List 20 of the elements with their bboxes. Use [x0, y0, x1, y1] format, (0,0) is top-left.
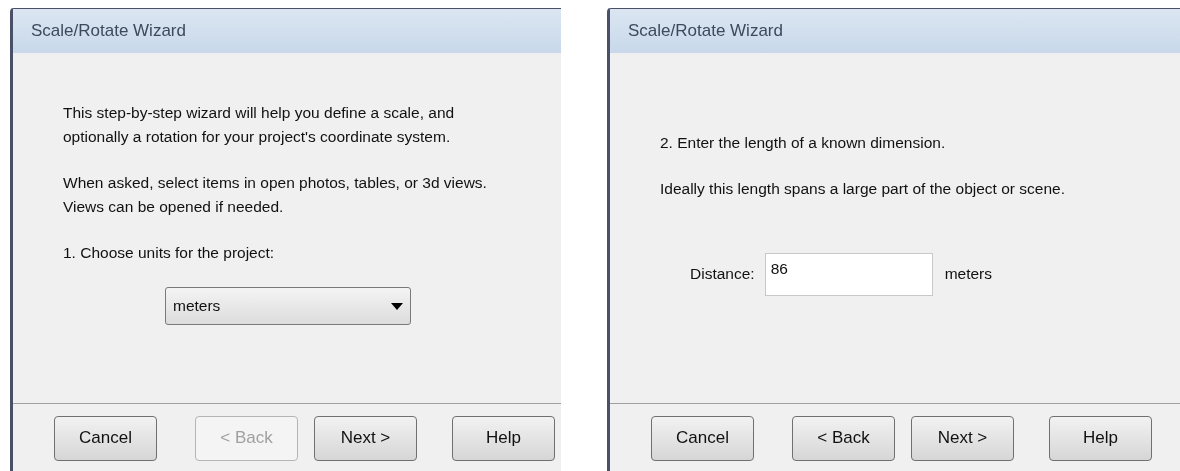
wizard-button[interactable]: < Back — [792, 415, 895, 461]
wizard-button[interactable]: Help — [452, 415, 555, 461]
window-title: Scale/Rotate Wizard — [610, 9, 1180, 53]
instruction-text: When asked, select items in open photos, tables, or 3d views. Views can be opened if needed. — [63, 173, 488, 217]
instruction-text: Ideally this length spans a large part of the object or scene. — [660, 178, 1066, 199]
caret-icon — [391, 302, 403, 310]
wizard-button[interactable]: Cancel — [54, 415, 157, 461]
distance-label: Distance: — [690, 264, 755, 284]
instruction-text: 2. Enter the length of a known dimension. — [660, 132, 947, 153]
wizard-button[interactable]: Cancel — [651, 415, 754, 461]
wizard-button[interactable]: Help — [1049, 415, 1152, 461]
units-dropdown[interactable]: meters — [165, 287, 411, 325]
wizard-button[interactable]: Next > — [911, 415, 1014, 461]
distance-input[interactable]: 86 — [764, 252, 933, 296]
dropdown-value: meters — [173, 296, 221, 316]
unit-label: meters — [944, 264, 992, 284]
wizard-button[interactable]: Next > — [314, 415, 417, 461]
instruction-text: This step-by-step wizard will help you define a scale, and optionally a rotation for your project's coordinate system. — [63, 103, 456, 147]
window-title: Scale/Rotate Wizard — [13, 9, 561, 53]
instruction-text: 1. Choose units for the project: — [63, 243, 276, 263]
